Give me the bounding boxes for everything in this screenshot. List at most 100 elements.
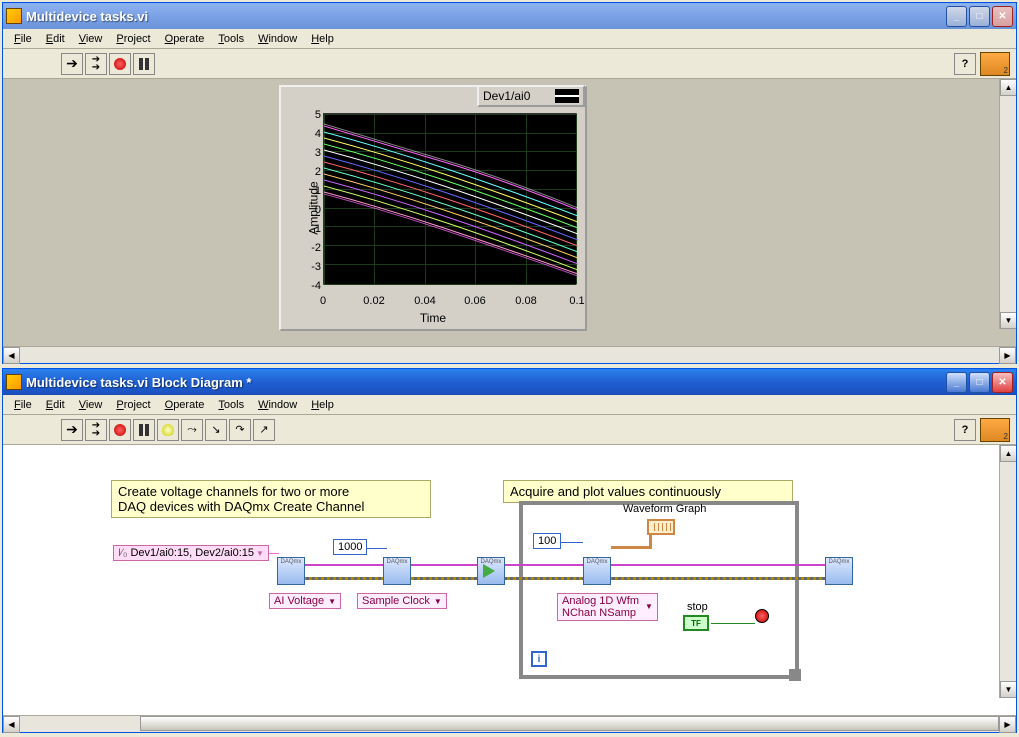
comment-acquire-plot[interactable]: Acquire and plot values continuously <box>503 480 793 503</box>
numeric-wire <box>561 542 583 543</box>
abort-button[interactable] <box>109 419 131 441</box>
pause-button[interactable] <box>133 419 155 441</box>
read-selector[interactable]: Analog 1D Wfm NChan NSamp ▼ <box>557 593 658 621</box>
scroll-track[interactable] <box>20 716 999 732</box>
dropdown-icon[interactable]: ▼ <box>645 601 653 613</box>
menu-project[interactable]: Project <box>109 31 157 47</box>
scroll-track[interactable] <box>1000 96 1016 312</box>
close-button[interactable]: ✕ <box>992 6 1013 27</box>
waveform-graph[interactable]: Dev1/ai0 Amplitude Time <box>279 85 587 331</box>
maximize-button[interactable]: □ <box>969 6 990 27</box>
create-channel-selector[interactable]: AI Voltage▼ <box>269 593 341 609</box>
run-continuously-button[interactable]: ➔➔ <box>85 53 107 75</box>
connector-pane-icon[interactable] <box>980 52 1010 76</box>
rate-constant[interactable]: 1000 <box>333 539 367 555</box>
legend-label: Dev1/ai0 <box>483 89 530 103</box>
front-panel-content[interactable]: ▲ ▼ Dev1/ai0 Amplitude Time <box>3 79 1016 346</box>
scroll-right-button[interactable]: ▶ <box>999 716 1016 733</box>
menu-view[interactable]: View <box>72 31 110 47</box>
stop-terminal[interactable]: TF <box>683 615 709 631</box>
menu-tools[interactable]: Tools <box>211 31 251 47</box>
dropdown-icon[interactable]: ▼ <box>256 549 264 558</box>
menu-edit[interactable]: Edit <box>39 397 72 413</box>
loop-resize-handle-icon[interactable] <box>789 669 801 681</box>
maximize-button[interactable]: □ <box>969 372 990 393</box>
horizontal-scrollbar[interactable]: ◀ ▶ <box>3 715 1016 732</box>
abort-button[interactable] <box>109 53 131 75</box>
vertical-scrollbar[interactable]: ▲ ▼ <box>999 79 1016 329</box>
scroll-track[interactable] <box>20 347 999 363</box>
run-button[interactable]: ➔ <box>61 419 83 441</box>
menu-operate[interactable]: Operate <box>158 397 212 413</box>
menu-window[interactable]: Window <box>251 31 304 47</box>
minimize-button[interactable]: _ <box>946 6 967 27</box>
pause-button[interactable] <box>133 53 155 75</box>
menu-view[interactable]: View <box>72 397 110 413</box>
menu-window[interactable]: Window <box>251 397 304 413</box>
front-panel-window: Multidevice tasks.vi _ □ ✕ File Edit Vie… <box>2 2 1017 364</box>
menu-help[interactable]: Help <box>304 397 341 413</box>
daqmx-create-channel-node[interactable] <box>277 557 305 585</box>
dropdown-icon[interactable]: ▼ <box>328 597 336 606</box>
timing-selector[interactable]: Sample Clock▼ <box>357 593 447 609</box>
y-tick: -1 <box>307 223 321 235</box>
scroll-up-button[interactable]: ▲ <box>1000 445 1016 462</box>
scroll-right-button[interactable]: ▶ <box>999 347 1016 364</box>
scroll-track[interactable] <box>1000 462 1016 681</box>
x-tick: 0.04 <box>410 295 440 307</box>
plot-area[interactable] <box>323 113 577 285</box>
plot-legend[interactable]: Dev1/ai0 <box>477 85 585 107</box>
retain-wire-values-button[interactable]: ⤳ <box>181 419 203 441</box>
scroll-up-button[interactable]: ▲ <box>1000 79 1016 96</box>
scroll-left-button[interactable]: ◀ <box>3 716 20 733</box>
highlight-execution-button[interactable] <box>157 419 179 441</box>
menu-file[interactable]: File <box>7 397 39 413</box>
titlebar[interactable]: Multidevice tasks.vi Block Diagram * _ □… <box>3 369 1016 395</box>
physical-channels-constant[interactable]: I⁄₀ Dev1/ai0:15, Dev2/ai0:15 ▼ <box>113 545 269 561</box>
menu-file[interactable]: File <box>7 31 39 47</box>
vertical-scrollbar[interactable]: ▲ ▼ <box>999 445 1016 698</box>
step-over-button[interactable]: ↷ <box>229 419 251 441</box>
waveform-wire <box>611 546 649 549</box>
scroll-thumb[interactable] <box>140 716 999 731</box>
menu-project[interactable]: Project <box>109 397 157 413</box>
window-title: Multidevice tasks.vi <box>26 9 946 24</box>
menu-help[interactable]: Help <box>304 31 341 47</box>
menu-operate[interactable]: Operate <box>158 31 212 47</box>
menu-tools[interactable]: Tools <box>211 397 251 413</box>
scroll-left-button[interactable]: ◀ <box>3 347 20 364</box>
connector-pane-icon[interactable] <box>980 418 1010 442</box>
run-button[interactable]: ➔ <box>61 53 83 75</box>
waveform-graph-terminal[interactable] <box>647 519 675 535</box>
task-wire <box>303 564 825 566</box>
boolean-wire <box>711 623 755 624</box>
y-tick: 0 <box>307 204 321 216</box>
conditional-terminal[interactable] <box>755 609 769 623</box>
waveform-graph-label: Waveform Graph <box>623 503 706 515</box>
run-continuously-button[interactable]: ➔➔ <box>85 419 107 441</box>
horizontal-scrollbar[interactable]: ◀ ▶ <box>3 346 1016 363</box>
comment-create-channels[interactable]: Create voltage channels for two or more … <box>111 480 431 518</box>
minimize-button[interactable]: _ <box>946 372 967 393</box>
y-tick: 2 <box>307 166 321 178</box>
iteration-terminal[interactable]: i <box>531 651 547 667</box>
x-tick: 0.08 <box>511 295 541 307</box>
daqmx-timing-node[interactable] <box>383 557 411 585</box>
scroll-down-button[interactable]: ▼ <box>1000 312 1016 329</box>
step-out-button[interactable]: ↗ <box>253 419 275 441</box>
scroll-down-button[interactable]: ▼ <box>1000 681 1016 698</box>
daqmx-read-node[interactable] <box>583 557 611 585</box>
samples-constant[interactable]: 100 <box>533 533 561 549</box>
help-button[interactable]: ? <box>954 53 976 75</box>
daqmx-clear-task-node[interactable] <box>825 557 853 585</box>
menu-edit[interactable]: Edit <box>39 31 72 47</box>
block-diagram-content[interactable]: ▲ ▼ Create voltage channels for two or m… <box>3 445 1016 715</box>
titlebar[interactable]: Multidevice tasks.vi _ □ ✕ <box>3 3 1016 29</box>
dropdown-icon[interactable]: ▼ <box>434 597 442 606</box>
legend-glyph-icon <box>555 89 579 103</box>
step-into-button[interactable]: ↘ <box>205 419 227 441</box>
close-button[interactable]: ✕ <box>992 372 1013 393</box>
help-button[interactable]: ? <box>954 419 976 441</box>
waveform-wire <box>649 533 652 549</box>
y-tick: -2 <box>307 242 321 254</box>
